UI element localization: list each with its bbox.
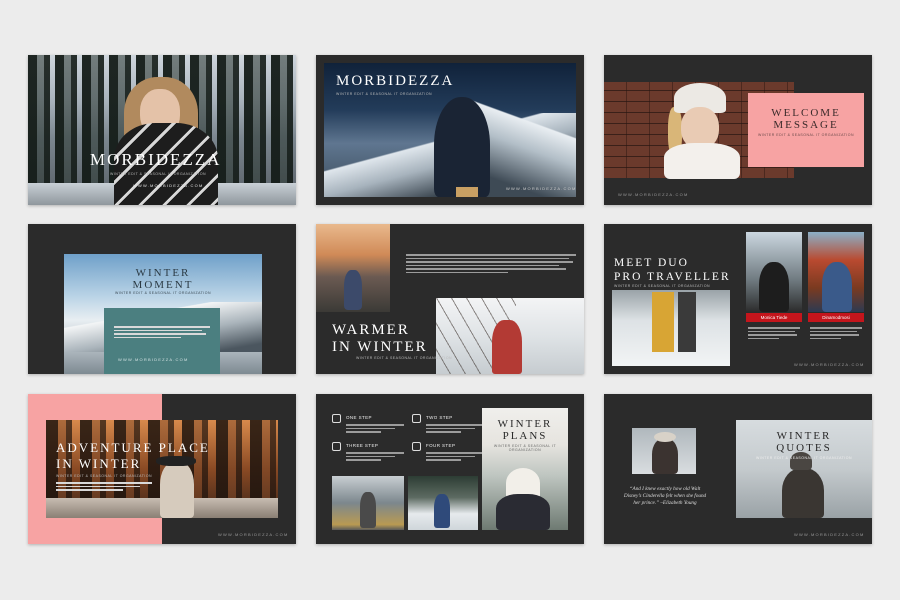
- quotes-line1: WINTER: [776, 430, 832, 442]
- station-person: [360, 492, 376, 528]
- slide-intro[interactable]: MORBIDEZZA WINTER EDIT & SEASONAL IT ORG…: [316, 55, 584, 205]
- name-tag-2: Dinamodmosi: [808, 313, 864, 322]
- winter-moment-line2: MOMENT: [132, 279, 194, 291]
- road-person: [434, 494, 450, 528]
- meet-duo-subtitle: WINTER EDIT & SEASONAL IT ORGANIZATION: [614, 284, 711, 288]
- welcome-title: WELCOME MESSAGE: [748, 107, 864, 131]
- step-one-text: [346, 424, 404, 435]
- slide-winter-moment[interactable]: WINTER MOMENT WINTER EDIT & SEASONAL IT …: [28, 224, 296, 374]
- plans-line2: PLANS: [502, 430, 548, 442]
- adventure-url: WWW.MORBIDEZZA.COM: [218, 532, 289, 537]
- adventure-subtitle: WINTER EDIT & SEASONAL IT ORGANIZATION: [56, 474, 153, 478]
- welcome-subtitle: WINTER EDIT & SEASONAL IT ORGANIZATION: [757, 133, 855, 137]
- intro-title: MORBIDEZZA: [336, 73, 455, 89]
- intro-url: WWW.MORBIDEZZA.COM: [506, 186, 577, 191]
- warmer-subtitle: WINTER EDIT & SEASONAL IT ORGANIZATION: [356, 356, 453, 360]
- step-three-label: THREE STEP: [346, 443, 379, 448]
- warmer-title: WARMER IN WINTER: [332, 322, 428, 356]
- adventure-line2: IN WINTER: [56, 456, 142, 471]
- meet-duo-url: WWW.MORBIDEZZA.COM: [794, 362, 865, 367]
- body-text-placeholder: [114, 326, 210, 340]
- traveller-1: [759, 262, 789, 312]
- plans-title: WINTER PLANS: [482, 418, 568, 442]
- shirt-icon: [412, 442, 421, 451]
- winter-moment-line1: WINTER: [135, 267, 191, 279]
- step-three-text: [346, 452, 404, 463]
- quotes-title: WINTER QUOTES: [744, 430, 864, 454]
- cover-url: WWW.MORBIDEZZA.COM: [133, 183, 204, 188]
- adventure-title: ADVENTURE PLACE IN WINTER: [56, 440, 210, 472]
- foggy-person: [782, 468, 824, 518]
- step-two-label: TWO STEP: [426, 415, 453, 420]
- quotes-subtitle: WINTER EDIT & SEASONAL IT ORGANIZATION: [755, 456, 853, 460]
- white-scarf: [664, 143, 740, 179]
- plans-subtitle: WINTER EDIT & SEASONAL IT ORGANIZATION: [493, 444, 557, 452]
- meet-duo-line1: MEET DUO: [614, 257, 689, 269]
- teal-text-box: [104, 308, 220, 374]
- yellow-pants: [652, 292, 674, 352]
- winter-moment-title: WINTER MOMENT: [108, 267, 218, 291]
- traveller-2: [822, 262, 852, 312]
- waist-band: [456, 187, 478, 197]
- slide-cover[interactable]: MORBIDEZZA WINTER EDIT & SEASONAL IT ORG…: [28, 55, 296, 205]
- cup-icon: [332, 442, 341, 451]
- warmer-line1: WARMER: [332, 322, 410, 338]
- meet-duo-title: MEET DUO PRO TRAVELLER: [614, 256, 731, 284]
- portrait-person: [652, 438, 678, 474]
- foggy-person-hat: [790, 452, 812, 470]
- slide-quotes[interactable]: “And I knew exactly how old Walt Disney’…: [604, 394, 872, 544]
- welcome-url: WWW.MORBIDEZZA.COM: [618, 192, 689, 197]
- slide-adventure[interactable]: ADVENTURE PLACE IN WINTER WINTER EDIT & …: [28, 394, 296, 544]
- bio-placeholder-2: [810, 327, 862, 341]
- quote-text: “And I knew exactly how old Walt Disney’…: [623, 486, 707, 506]
- step-four-label: FOUR STEP: [426, 443, 456, 448]
- slide-meet-duo[interactable]: MEET DUO PRO TRAVELLER WINTER EDIT & SEA…: [604, 224, 872, 374]
- quotes-line2: QUOTES: [776, 442, 832, 454]
- quotes-url: WWW.MORBIDEZZA.COM: [794, 532, 865, 537]
- meet-duo-line2: PRO TRAVELLER: [614, 271, 731, 283]
- bio-placeholder-1: [748, 327, 800, 341]
- hooded-person: [434, 97, 490, 197]
- intro-subtitle: WINTER EDIT & SEASONAL IT ORGANIZATION: [336, 92, 433, 96]
- slide-warmer[interactable]: WARMER IN WINTER WINTER EDIT & SEASONAL …: [316, 224, 584, 374]
- welcome-title-line2: MESSAGE: [773, 119, 839, 131]
- slide-plans[interactable]: ONE STEP TWO STEP THREE STEP FOUR STEP W…: [316, 394, 584, 544]
- body-text-placeholder: [406, 254, 576, 275]
- warmer-line2: IN WINTER: [332, 339, 428, 355]
- winter-moment-subtitle: WINTER EDIT & SEASONAL IT ORGANIZATION: [114, 291, 212, 295]
- welcome-title-line1: WELCOME: [771, 107, 841, 119]
- dark-pants: [678, 292, 696, 352]
- cover-title: MORBIDEZZA: [90, 150, 222, 169]
- name-tag-1: Monica Tiede: [746, 313, 802, 322]
- plans-line1: WINTER: [497, 418, 553, 430]
- red-coat-person: [492, 320, 522, 374]
- blanket-person: [344, 270, 362, 310]
- step-two-text: [426, 424, 484, 435]
- slide-welcome[interactable]: WELCOME MESSAGE WINTER EDIT & SEASONAL I…: [604, 55, 872, 205]
- body-text-placeholder: [56, 482, 152, 493]
- step-four-text: [426, 452, 484, 463]
- portrait-hat: [654, 432, 676, 442]
- camera-icon: [412, 414, 421, 423]
- list-icon: [332, 414, 341, 423]
- winter-moment-url: WWW.MORBIDEZZA.COM: [118, 357, 189, 362]
- adventure-line1: ADVENTURE PLACE: [56, 440, 210, 455]
- dark-coat: [496, 494, 550, 530]
- cover-subtitle: WINTER EDIT & SEASONAL IT ORGANIZATION: [110, 172, 207, 176]
- step-one-label: ONE STEP: [346, 415, 372, 420]
